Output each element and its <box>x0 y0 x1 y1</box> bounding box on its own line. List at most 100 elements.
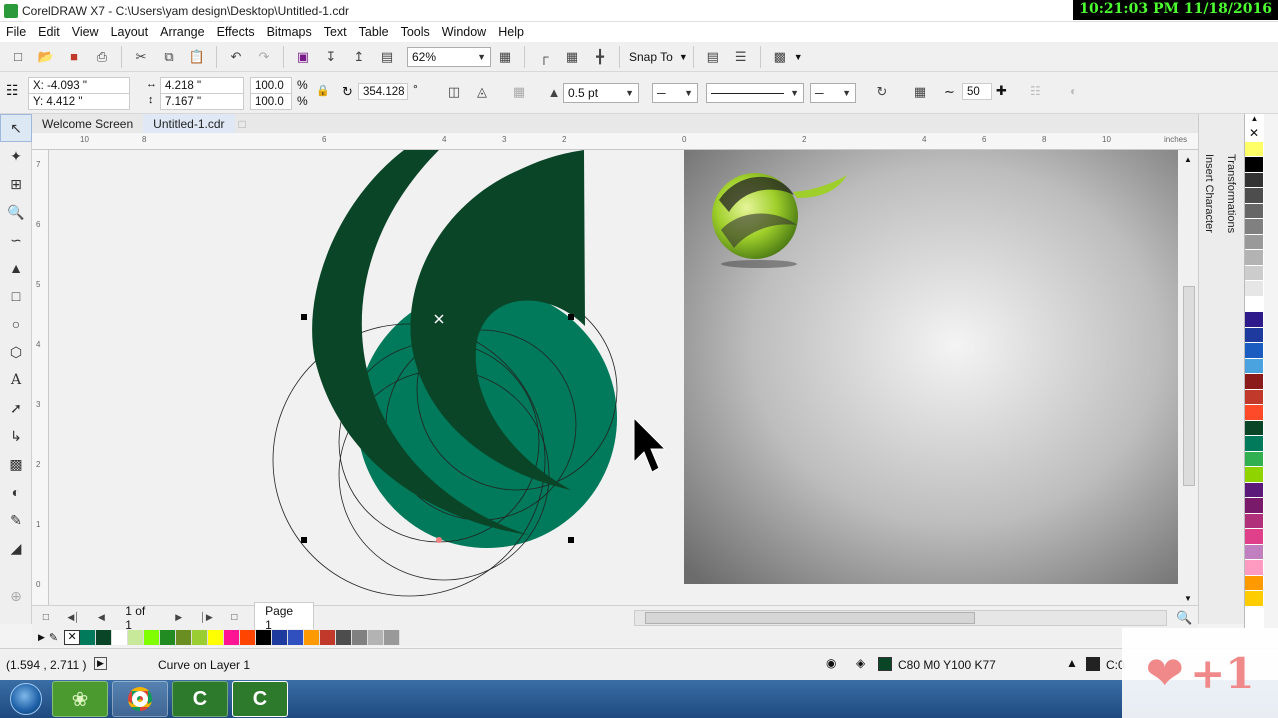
fill-settings-icon[interactable]: ◉ <box>826 656 836 670</box>
shape-tool-icon[interactable]: ✦ <box>0 142 32 170</box>
document-color-swatch[interactable] <box>272 630 289 645</box>
import-icon[interactable]: ↧ <box>320 46 342 68</box>
color-swatch[interactable] <box>1245 374 1263 390</box>
show-rulers-icon[interactable]: ┌ <box>533 46 555 68</box>
color-swatch[interactable] <box>1245 296 1263 312</box>
color-swatch[interactable] <box>1245 250 1263 266</box>
menu-file[interactable]: File <box>0 25 32 39</box>
undo-icon[interactable]: ↶ <box>225 46 247 68</box>
docker-tab-insert-character[interactable]: Insert Character <box>1203 154 1215 233</box>
selection-handle[interactable] <box>301 314 307 320</box>
open-icon[interactable]: 📂 <box>35 46 57 68</box>
smoothing-field[interactable]: 50 <box>962 83 992 100</box>
mirror-vertical-icon[interactable]: ◬ <box>471 81 493 103</box>
add-page-before-icon[interactable]: □ <box>35 607 57 629</box>
color-swatch[interactable] <box>1245 498 1263 514</box>
scroll-down-icon[interactable]: ▼ <box>1184 594 1192 603</box>
start-arrowhead-combo[interactable]: ─ ▼ <box>652 83 698 103</box>
connector-tool-icon[interactable]: ↳ <box>0 422 32 450</box>
color-swatch[interactable] <box>1245 591 1263 607</box>
horizontal-scroll-track[interactable] <box>633 609 1168 626</box>
document-color-swatch[interactable] <box>112 630 129 645</box>
show-grid-icon[interactable]: ▦ <box>561 46 583 68</box>
color-swatch[interactable] <box>1245 141 1263 157</box>
show-guidelines-icon[interactable]: ╋ <box>589 46 611 68</box>
export-icon[interactable]: ↥ <box>348 46 370 68</box>
color-swatch[interactable] <box>1245 281 1263 297</box>
paste-icon[interactable]: 📋 <box>186 46 208 68</box>
color-swatch[interactable] <box>1245 544 1263 560</box>
vertical-scroll-thumb[interactable] <box>1183 286 1195 486</box>
height-field[interactable]: 7.167 " <box>160 93 244 110</box>
document-color-swatch[interactable] <box>176 630 193 645</box>
mirror-horizontal-icon[interactable]: ◫ <box>443 81 465 103</box>
last-page-icon[interactable]: │▶ <box>196 607 218 629</box>
pick-tool-icon[interactable]: ↖ <box>0 114 32 142</box>
color-swatch[interactable] <box>1245 172 1263 188</box>
smart-fill-icon[interactable]: ▲ <box>0 254 32 282</box>
ellipse-tool-icon[interactable]: ○ <box>0 310 32 338</box>
zoom-tool-icon[interactable]: 🔍 <box>0 198 32 226</box>
color-swatch[interactable] <box>1245 219 1263 235</box>
taskbar-chrome-icon[interactable] <box>112 681 168 717</box>
options-icon[interactable]: ▤ <box>702 46 724 68</box>
convert-icon[interactable]: ☷ <box>1030 84 1041 98</box>
width-field[interactable]: 4.218 " <box>160 77 244 94</box>
crop-tool-icon[interactable]: ⊞ <box>0 170 32 198</box>
save-icon[interactable]: ■ <box>63 46 85 68</box>
eyedropper-icon[interactable]: ✎ <box>0 506 32 534</box>
document-color-swatch[interactable] <box>352 630 369 645</box>
scale-y-field[interactable]: 100.0 <box>250 93 292 110</box>
no-color-swatch[interactable]: ✕ <box>64 630 81 645</box>
document-color-swatch[interactable] <box>240 630 257 645</box>
freehand-tool-icon[interactable]: ∽ <box>0 226 32 254</box>
color-swatch[interactable] <box>1245 188 1263 204</box>
taskbar-coreldraw-suite-icon[interactable]: ❀ <box>52 681 108 717</box>
snap-to-label[interactable]: Snap To <box>629 50 673 64</box>
document-color-swatch[interactable] <box>208 630 225 645</box>
no-color-swatch[interactable]: ✕ <box>1245 126 1263 142</box>
search-content-icon[interactable]: ▣ <box>292 46 314 68</box>
menu-effects[interactable]: Effects <box>211 25 261 39</box>
document-color-swatch[interactable] <box>288 630 305 645</box>
color-swatch[interactable] <box>1245 420 1263 436</box>
selection-handle[interactable] <box>568 314 574 320</box>
document-color-swatch[interactable] <box>144 630 161 645</box>
color-swatch[interactable] <box>1245 327 1263 343</box>
application-launcher-icon[interactable]: ☰ <box>730 46 752 68</box>
document-color-swatch[interactable] <box>256 630 273 645</box>
rectangle-tool-icon[interactable]: □ <box>0 282 32 310</box>
color-swatch[interactable] <box>1245 529 1263 545</box>
selection-handle[interactable] <box>568 537 574 543</box>
lock-ratio-icon[interactable]: 🔒 <box>316 84 330 97</box>
menu-view[interactable]: View <box>66 25 105 39</box>
selection-handle[interactable] <box>301 537 307 543</box>
color-swatch[interactable] <box>1245 234 1263 250</box>
color-swatch[interactable] <box>1245 358 1263 374</box>
color-swatch[interactable] <box>1245 389 1263 405</box>
outline-width-combo[interactable]: 0.5 pt ▼ <box>563 83 639 103</box>
welcome-screen-icon[interactable]: ▩ <box>769 46 791 68</box>
menu-edit[interactable]: Edit <box>32 25 66 39</box>
text-tool-icon[interactable]: A <box>0 366 32 394</box>
color-swatch[interactable] <box>1245 343 1263 359</box>
print-icon[interactable]: ⎙ <box>91 46 113 68</box>
palette-arrow-icon[interactable]: ▶ <box>38 632 45 643</box>
previous-page-icon[interactable]: ◀ <box>90 607 112 629</box>
fill-color-swatch[interactable] <box>878 657 892 671</box>
color-swatch[interactable] <box>1245 482 1263 498</box>
scroll-up-icon[interactable]: ▲ <box>1245 114 1264 126</box>
zoom-combo[interactable]: 62% ▼ <box>407 46 491 67</box>
color-swatch[interactable] <box>1245 575 1263 591</box>
docker-tab-transformations[interactable]: Transformations <box>1225 154 1237 233</box>
color-swatch[interactable] <box>1245 157 1263 173</box>
zoom-navigator-icon[interactable]: 🔍 <box>1173 607 1195 629</box>
horizontal-scroll-thumb[interactable] <box>644 611 975 624</box>
menu-bitmaps[interactable]: Bitmaps <box>261 25 318 39</box>
redo-icon[interactable]: ↷ <box>253 46 275 68</box>
menu-help[interactable]: Help <box>492 25 530 39</box>
document-color-swatch[interactable] <box>384 630 401 645</box>
document-color-swatch[interactable] <box>224 630 241 645</box>
add-tool-icon[interactable]: ⊕ <box>0 582 32 610</box>
eyedropper-icon[interactable]: ✎ <box>49 631 58 644</box>
